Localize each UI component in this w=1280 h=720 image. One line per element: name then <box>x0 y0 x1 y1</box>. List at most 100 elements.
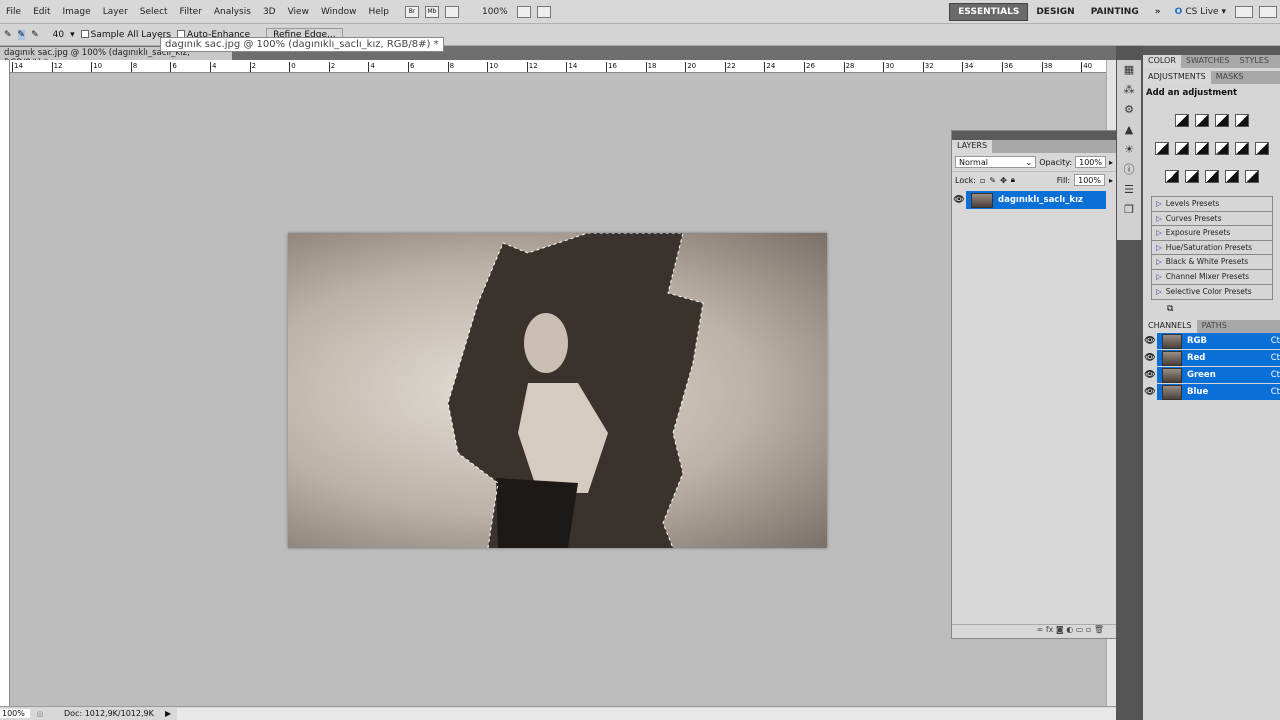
photo-filter-icon[interactable] <box>1234 142 1249 155</box>
preset-black-white[interactable]: ▷ Black & White Presets <box>1152 255 1272 270</box>
sample-all-layers-checkbox[interactable]: Sample All Layers <box>80 30 171 40</box>
subtract-selection-icon[interactable]: ✎ <box>31 30 39 40</box>
color-balance-icon[interactable] <box>1194 142 1209 155</box>
menu-3d[interactable]: 3D <box>257 7 282 17</box>
preset-hue-saturation[interactable]: ▷ Hue/Saturation Presets <box>1152 241 1272 256</box>
clone-source-icon[interactable]: ❐ <box>1117 200 1141 220</box>
black-white-icon[interactable] <box>1214 142 1229 155</box>
tab-adjustments[interactable]: ADJUSTMENTS <box>1143 71 1211 84</box>
info-icon[interactable]: ⓘ <box>1117 160 1141 180</box>
quick-selection-tool-icon[interactable]: ✎ <box>4 30 12 40</box>
opacity-input[interactable]: 100% <box>1075 156 1106 168</box>
curves-icon[interactable] <box>1214 114 1229 127</box>
brush-size[interactable]: 40 <box>53 30 64 40</box>
workspace-design[interactable]: DESIGN <box>1028 4 1082 20</box>
more-workspaces-icon[interactable]: » <box>1147 4 1169 20</box>
zoom-field[interactable]: 100% <box>0 709 30 718</box>
preset-exposure[interactable]: ▷ Exposure Presets <box>1152 226 1272 241</box>
channel-row-green[interactable]: 👁︎ Green Ct <box>1143 366 1280 385</box>
menu-select[interactable]: Select <box>134 7 174 17</box>
menu-filter[interactable]: Filter <box>174 7 208 17</box>
blend-mode-select[interactable]: Normal ⌄ <box>955 156 1037 168</box>
preset-selective-color[interactable]: ▷ Selective Color Presets <box>1152 285 1272 300</box>
visibility-eye-icon[interactable]: 👁︎ <box>1143 383 1157 401</box>
bridge-button[interactable]: Br <box>404 5 419 18</box>
lock-pixels-icon[interactable]: ✎ <box>989 176 996 185</box>
tab-channels[interactable]: CHANNELS <box>1143 320 1197 334</box>
navigator-icon[interactable]: ▲ <box>1117 120 1141 140</box>
channel-row-red[interactable]: 👁︎ Red Ct <box>1143 349 1280 368</box>
preset-channel-mixer[interactable]: ▷ Channel Mixer Presets <box>1152 270 1272 285</box>
tab-masks[interactable]: MASKS <box>1210 71 1249 84</box>
opacity-arrow[interactable]: ▸ <box>1109 158 1113 167</box>
brush-picker-arrow[interactable]: ▾ <box>70 30 75 40</box>
hue-saturation-icon[interactable] <box>1174 142 1189 155</box>
history-icon[interactable]: ⁂ <box>1117 80 1141 100</box>
tab-paths[interactable]: PATHS <box>1196 320 1232 334</box>
tab-layers[interactable]: LAYERS <box>952 140 993 153</box>
screen-mode-icon[interactable] <box>536 5 551 18</box>
workspace-painting[interactable]: PAINTING <box>1083 4 1147 20</box>
channel-row-blue[interactable]: 👁︎ Blue Ct <box>1143 383 1280 402</box>
posterize-icon[interactable] <box>1184 170 1199 183</box>
status-menu-arrow[interactable]: ▶ <box>165 709 171 718</box>
adjustment-layer-icon[interactable]: ◐ <box>1066 625 1076 634</box>
visibility-eye-icon[interactable]: 👁︎ <box>1143 332 1157 350</box>
fill-input[interactable]: 100% <box>1074 174 1105 186</box>
exposure-icon[interactable] <box>1234 114 1249 127</box>
visibility-eye-icon[interactable]: 👁︎ <box>1143 349 1157 367</box>
menu-analysis[interactable]: Analysis <box>208 7 257 17</box>
document-image[interactable] <box>288 233 827 548</box>
panel-header[interactable] <box>952 131 1116 140</box>
delete-layer-icon[interactable]: 🗑︎ <box>1094 625 1104 634</box>
link-layers-icon[interactable]: ∞ <box>1037 625 1046 634</box>
menu-layer[interactable]: Layer <box>97 7 134 17</box>
fill-arrow[interactable]: ▸ <box>1109 176 1113 185</box>
horizontal-scrollbar[interactable] <box>177 707 1116 720</box>
vibrance-icon[interactable] <box>1154 142 1169 155</box>
levels-icon[interactable] <box>1194 114 1209 127</box>
threshold-icon[interactable] <box>1204 170 1219 183</box>
menu-help[interactable]: Help <box>362 7 395 17</box>
new-group-icon[interactable]: ▭ <box>1076 625 1086 634</box>
invert-icon[interactable] <box>1164 170 1179 183</box>
layer-style-icon[interactable]: fx <box>1046 625 1056 634</box>
histogram-icon[interactable]: ☀ <box>1117 140 1141 160</box>
actions-icon[interactable]: ⚙ <box>1117 100 1141 120</box>
restore-button[interactable] <box>1259 5 1277 18</box>
new-layer-icon[interactable]: ▫ <box>1086 625 1094 634</box>
mini-bridge-icon[interactable]: ▦ <box>1117 60 1141 80</box>
menu-edit[interactable]: Edit <box>27 7 56 17</box>
visibility-eye-icon[interactable]: 👁︎ <box>952 191 966 209</box>
view-extras-icon[interactable] <box>444 5 459 18</box>
clip-to-layer-icon[interactable]: ⧉ <box>1143 300 1280 320</box>
cs-live-button[interactable]: O CS Live ▾ <box>1169 7 1232 17</box>
brightness-icon[interactable] <box>1174 114 1189 127</box>
channel-row-rgb[interactable]: 👁︎ RGB Ct <box>1143 332 1280 351</box>
minimize-button[interactable] <box>1235 5 1253 18</box>
preset-levels[interactable]: ▷ Levels Presets <box>1152 197 1272 212</box>
tab-swatches[interactable]: SWATCHES <box>1180 55 1235 68</box>
zoom-level-select[interactable]: 100% <box>476 7 514 17</box>
character-icon[interactable]: ☰ <box>1117 180 1141 200</box>
workspace-essentials[interactable]: ESSENTIALS <box>949 2 1029 21</box>
channel-mixer-icon[interactable] <box>1254 142 1269 155</box>
lock-all-icon[interactable]: 🔒︎ <box>1011 175 1015 185</box>
mini-bridge-button[interactable]: Mb <box>424 5 439 18</box>
menu-view[interactable]: View <box>282 7 315 17</box>
menu-file[interactable]: File <box>0 7 27 17</box>
menu-window[interactable]: Window <box>315 7 363 17</box>
add-to-selection-icon[interactable]: ✎ <box>17 29 26 40</box>
lock-transparency-icon[interactable]: ▫ <box>980 176 985 185</box>
tab-styles[interactable]: STYLES <box>1234 55 1274 68</box>
arrange-documents-icon[interactable] <box>516 5 531 18</box>
preset-curves[interactable]: ▷ Curves Presets <box>1152 212 1272 227</box>
menu-image[interactable]: Image <box>57 7 97 17</box>
selective-color-icon[interactable] <box>1244 170 1259 183</box>
visibility-eye-icon[interactable]: 👁︎ <box>1143 366 1157 384</box>
gradient-map-icon[interactable] <box>1224 170 1239 183</box>
lock-position-icon[interactable]: ✥ <box>1000 176 1007 185</box>
layer-row[interactable]: 👁︎ dagınıklı_saclı_kız <box>952 191 1106 209</box>
add-mask-icon[interactable]: ◙ <box>1056 625 1066 634</box>
tab-color[interactable]: COLOR <box>1143 55 1181 68</box>
